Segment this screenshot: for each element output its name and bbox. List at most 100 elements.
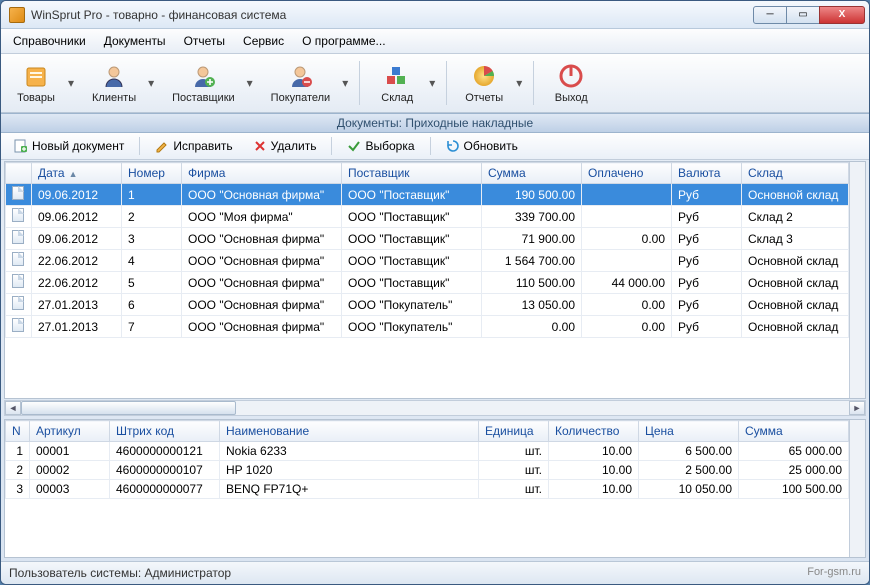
table-row[interactable]: 09.06.20123ООО "Основная фирма"ООО "Пост… — [6, 228, 849, 250]
scroll-left-button[interactable]: ◄ — [5, 401, 21, 415]
menu-reports[interactable]: Отчеты — [176, 31, 233, 51]
dropdown-arrow-icon[interactable]: ▾ — [65, 58, 77, 108]
table-row[interactable]: 22.06.20125ООО "Основная фирма"ООО "Пост… — [6, 272, 849, 294]
table-row[interactable]: 27.01.20136ООО "Основная фирма"ООО "Поку… — [6, 294, 849, 316]
cell-supplier: ООО "Покупатель" — [342, 294, 482, 316]
toolbar-warehouse-button[interactable]: Склад — [368, 58, 426, 108]
toolbar-separator — [446, 61, 447, 105]
menu-service[interactable]: Сервис — [235, 31, 292, 51]
scroll-track[interactable] — [21, 401, 849, 415]
titlebar: WinSprut Pro - товарно - финансовая сист… — [1, 1, 869, 29]
cell-paid: 0.00 — [582, 316, 672, 338]
col-supplier[interactable]: Поставщик — [342, 163, 482, 184]
toolbar-group: Товары▾ — [7, 58, 77, 108]
cell-firm: ООО "Основная фирма" — [182, 250, 342, 272]
toolbar-separator — [533, 61, 534, 105]
scroll-thumb[interactable] — [21, 401, 236, 415]
panel-title: Документы: Приходные накладные — [1, 113, 869, 133]
cell-date: 22.06.2012 — [32, 250, 122, 272]
close-button[interactable]: X — [819, 6, 865, 24]
cell-date: 09.06.2012 — [32, 184, 122, 206]
filter-button[interactable]: Выборка — [340, 136, 421, 156]
col-n[interactable]: N — [6, 421, 30, 442]
cell-n: 2 — [6, 461, 30, 480]
document-icon — [12, 186, 24, 200]
cell-barcode: 4600000000107 — [110, 461, 220, 480]
cell-store: Склад 2 — [742, 206, 849, 228]
new-document-button[interactable]: Новый документ — [7, 136, 131, 156]
document-icon — [12, 230, 24, 244]
minimize-button[interactable]: ─ — [753, 6, 787, 24]
toolbar-exit-button[interactable]: Выход — [542, 58, 600, 108]
col-amount[interactable]: Сумма — [739, 421, 849, 442]
refresh-button[interactable]: Обновить — [439, 136, 525, 156]
edit-button[interactable]: Исправить — [148, 136, 239, 156]
row-indicator — [6, 294, 32, 316]
separator — [139, 137, 140, 155]
cell-paid — [582, 184, 672, 206]
details-header-row: N Артикул Штрих код Наименование Единица… — [6, 421, 849, 442]
dropdown-arrow-icon[interactable]: ▾ — [145, 58, 157, 108]
table-row[interactable]: 1000014600000000121Nokia 6233шт.10.006 5… — [6, 442, 849, 461]
menu-documents[interactable]: Документы — [96, 31, 174, 51]
table-row[interactable]: 2000024600000000107HP 1020шт.10.002 500.… — [6, 461, 849, 480]
horizontal-scrollbar[interactable]: ◄ ► — [4, 400, 866, 416]
col-qty[interactable]: Количество — [549, 421, 639, 442]
clients-icon — [100, 62, 128, 90]
col-number[interactable]: Номер — [122, 163, 182, 184]
cell-number: 6 — [122, 294, 182, 316]
cell-number: 3 — [122, 228, 182, 250]
goods-icon — [22, 62, 50, 90]
menu-references[interactable]: Справочники — [5, 31, 94, 51]
col-indicator[interactable] — [6, 163, 32, 184]
col-store[interactable]: Склад — [742, 163, 849, 184]
details-table[interactable]: N Артикул Штрих код Наименование Единица… — [5, 420, 849, 499]
refresh-label: Обновить — [464, 139, 518, 153]
cell-date: 22.06.2012 — [32, 272, 122, 294]
cell-number: 5 — [122, 272, 182, 294]
cell-store: Основной склад — [742, 316, 849, 338]
col-sum[interactable]: Сумма — [482, 163, 582, 184]
documents-header-row: Дата▲ Номер Фирма Поставщик Сумма Оплаче… — [6, 163, 849, 184]
cell-sum: 13 050.00 — [482, 294, 582, 316]
col-price[interactable]: Цена — [639, 421, 739, 442]
col-firm[interactable]: Фирма — [182, 163, 342, 184]
cell-sum: 0.00 — [482, 316, 582, 338]
toolbar-buyers-button[interactable]: Покупатели — [262, 58, 340, 108]
toolbar-reports-button[interactable]: Отчеты — [455, 58, 513, 108]
table-row[interactable]: 09.06.20122ООО "Моя фирма"ООО "Поставщик… — [6, 206, 849, 228]
row-indicator — [6, 206, 32, 228]
table-row[interactable]: 3000034600000000077BENQ FP71Q+шт.10.0010… — [6, 480, 849, 499]
dropdown-arrow-icon[interactable]: ▾ — [244, 58, 256, 108]
documents-table[interactable]: Дата▲ Номер Фирма Поставщик Сумма Оплаче… — [5, 162, 849, 338]
col-paid[interactable]: Оплачено — [582, 163, 672, 184]
dropdown-arrow-icon[interactable]: ▾ — [339, 58, 351, 108]
toolbar-suppliers-button[interactable]: Поставщики — [163, 58, 244, 108]
maximize-button[interactable]: ▭ — [786, 6, 820, 24]
table-row[interactable]: 27.01.20137ООО "Основная фирма"ООО "Поку… — [6, 316, 849, 338]
toolbar-clients-button[interactable]: Клиенты — [83, 58, 145, 108]
col-date[interactable]: Дата▲ — [32, 163, 122, 184]
col-barcode[interactable]: Штрих код — [110, 421, 220, 442]
vertical-scrollbar[interactable] — [849, 162, 865, 398]
scroll-right-button[interactable]: ► — [849, 401, 865, 415]
col-article[interactable]: Артикул — [30, 421, 110, 442]
col-name[interactable]: Наименование — [220, 421, 479, 442]
vertical-scrollbar[interactable] — [849, 420, 865, 557]
col-unit[interactable]: Единица — [479, 421, 549, 442]
cell-unit: шт. — [479, 461, 549, 480]
documents-grid: Дата▲ Номер Фирма Поставщик Сумма Оплаче… — [4, 161, 866, 399]
table-row[interactable]: 09.06.20121ООО "Основная фирма"ООО "Пост… — [6, 184, 849, 206]
toolbar-goods-button[interactable]: Товары — [7, 58, 65, 108]
dropdown-arrow-icon[interactable]: ▾ — [426, 58, 438, 108]
menu-about[interactable]: О программе... — [294, 31, 393, 51]
dropdown-arrow-icon[interactable]: ▾ — [513, 58, 525, 108]
document-icon — [12, 318, 24, 332]
watermark: For-gsm.ru — [807, 566, 861, 580]
toolbar-label: Склад — [381, 92, 413, 104]
col-currency[interactable]: Валюта — [672, 163, 742, 184]
refresh-icon — [446, 139, 460, 153]
delete-button[interactable]: Удалить — [246, 136, 324, 156]
table-row[interactable]: 22.06.20124ООО "Основная фирма"ООО "Пост… — [6, 250, 849, 272]
cell-date: 27.01.2013 — [32, 294, 122, 316]
